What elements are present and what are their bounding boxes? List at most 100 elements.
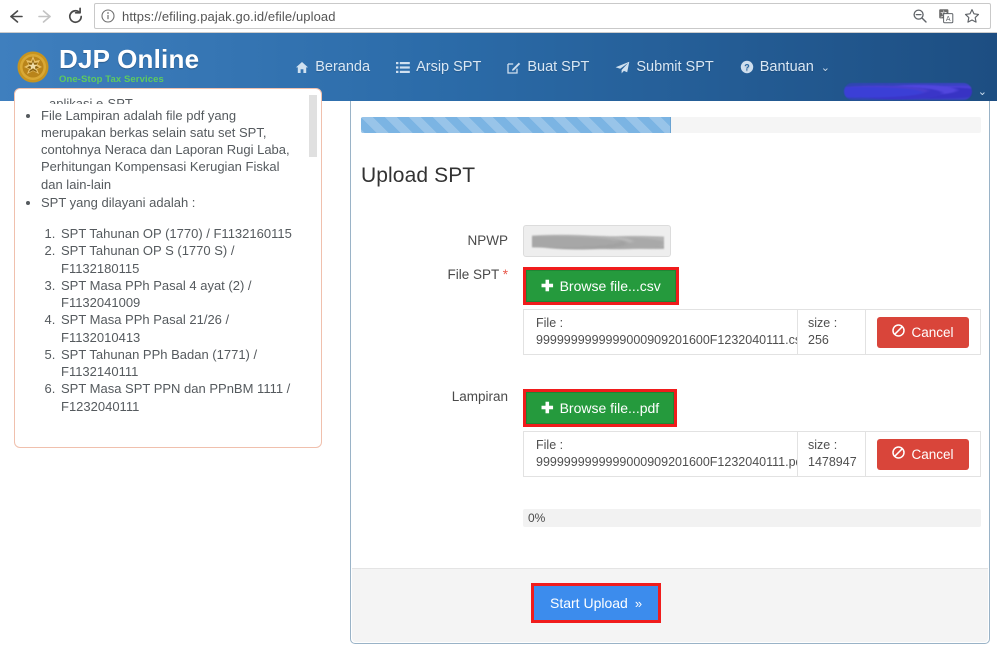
- nav-item-buat-spt[interactable]: Buat SPT: [507, 59, 589, 75]
- page-progress-bar: [361, 117, 981, 133]
- npwp-label: NPWP: [467, 232, 509, 248]
- cancel-label: Cancel: [911, 324, 954, 340]
- star-icon[interactable]: [960, 4, 984, 28]
- lampiran-row: Lampiran ✚ Browse file...pdf: [351, 389, 991, 427]
- info-panel-content: aplikasi e-SPT File Lampiran adalah file…: [15, 89, 321, 447]
- file-spt-label-text: File SPT: [447, 267, 499, 282]
- edit-square-icon: [507, 61, 521, 74]
- list-item: SPT Masa SPT PPN dan PPnBM 1111 / F12320…: [59, 380, 301, 415]
- translate-icon[interactable]: 文A: [934, 4, 958, 28]
- main-navigation: Beranda Arsip SPT Buat SPT Submit SPT ? …: [295, 59, 830, 75]
- cancel-label: Cancel: [911, 446, 954, 462]
- file-spt-label: File SPT *: [351, 267, 523, 283]
- list-icon: [396, 61, 410, 74]
- nav-label: Submit SPT: [636, 59, 714, 75]
- list-item: SPT Masa PPh Pasal 4 ayat (2) / F1132041…: [59, 277, 301, 312]
- url-text: https://efiling.pajak.go.id/efile/upload: [122, 8, 336, 24]
- file-size-label: size :: [808, 316, 838, 330]
- file-spt-row: File SPT * ✚ Browse file...csv: [351, 267, 991, 305]
- nav-item-arsip-spt[interactable]: Arsip SPT: [396, 59, 481, 75]
- browser-toolbar: https://efiling.pajak.go.id/efile/upload…: [0, 0, 997, 33]
- user-menu[interactable]: ⌄: [843, 83, 987, 100]
- file-name-cell: File : 9999999999999000909201600F1232040…: [524, 432, 798, 476]
- brand-logo[interactable]: DJP Online One-Stop Tax Services: [16, 46, 199, 87]
- start-upload-button[interactable]: Start Upload »: [534, 586, 659, 620]
- start-upload-label: Start Upload: [550, 595, 628, 611]
- nav-label: Buat SPT: [527, 59, 590, 75]
- brand-subtitle: One-Stop Tax Services: [59, 74, 164, 86]
- list-item: SPT Tahunan PPh Badan (1771) / F11321401…: [59, 346, 301, 381]
- chevron-down-icon: ⌄: [820, 61, 830, 74]
- forward-arrow-icon[interactable]: [30, 1, 60, 31]
- npwp-value-redacted: [532, 233, 664, 251]
- chevron-down-icon: ⌄: [977, 86, 987, 98]
- cancel-csv-button[interactable]: Cancel: [877, 316, 969, 348]
- browse-csv-button[interactable]: ✚ Browse file...csv: [526, 270, 676, 302]
- start-upload-highlight: Start Upload »: [531, 583, 662, 623]
- list-item: SPT Tahunan OP S (1770 S) / F1132180115: [59, 242, 301, 277]
- list-item: SPT Tahunan OP (1770) / F1132160115: [59, 225, 301, 242]
- reload-icon[interactable]: [60, 1, 90, 31]
- double-chevron-right-icon: »: [634, 595, 643, 611]
- upload-progress-bar: 0%: [523, 509, 981, 527]
- address-bar[interactable]: https://efiling.pajak.go.id/efile/upload…: [94, 3, 991, 29]
- page-title: Upload SPT: [361, 164, 476, 187]
- info-bullet-list: File Lampiran adalah file pdf yang merup…: [25, 107, 301, 211]
- file-row-pdf: File : 9999999999999000909201600F1232040…: [523, 431, 981, 477]
- ban-circle-icon: [892, 324, 906, 340]
- browse-pdf-highlight: ✚ Browse file...pdf: [523, 389, 678, 427]
- info-clipped-text: aplikasi e-SPT: [49, 96, 133, 104]
- browse-csv-label: Browse file...csv: [559, 278, 661, 294]
- file-action-cell: Cancel: [866, 432, 980, 476]
- lampiran-label: Lampiran: [451, 389, 508, 404]
- npwp-row: NPWP: [351, 225, 991, 257]
- browse-pdf-label: Browse file...pdf: [559, 400, 660, 416]
- svg-text:?: ?: [744, 62, 750, 72]
- nav-label: Beranda: [315, 59, 371, 75]
- scrollbar-track[interactable]: [309, 91, 319, 445]
- cancel-pdf-button[interactable]: Cancel: [877, 438, 969, 470]
- file-name-label: File :: [536, 316, 564, 330]
- info-numbered-list: SPT Tahunan OP (1770) / F1132160115 SPT …: [25, 225, 301, 415]
- svg-text:A: A: [946, 16, 951, 23]
- panel-footer: Start Upload »: [352, 568, 988, 642]
- nav-label: Bantuan: [759, 59, 814, 75]
- file-row-csv: File : 9999999999999000909201600F1232040…: [523, 309, 981, 355]
- question-circle-icon: ?: [740, 60, 754, 74]
- plus-icon: ✚: [541, 399, 554, 417]
- back-arrow-icon[interactable]: [0, 1, 30, 31]
- zoom-out-icon[interactable]: [908, 4, 932, 28]
- required-marker: *: [502, 267, 508, 282]
- file-size-cell: size : 256: [798, 310, 866, 354]
- upload-spt-panel: Upload SPT NPWP File SPT * ✚ Browse file…: [350, 101, 990, 644]
- nav-item-submit-spt[interactable]: Submit SPT: [615, 59, 714, 75]
- site-info-icon[interactable]: [101, 9, 115, 23]
- list-item: File Lampiran adalah file pdf yang merup…: [41, 107, 301, 193]
- upload-progress-text: 0%: [528, 511, 546, 525]
- file-size-cell: size : 1478947: [798, 432, 866, 476]
- scrollbar-thumb[interactable]: [309, 95, 317, 157]
- npwp-field: [523, 225, 671, 257]
- file-name-label: File :: [536, 438, 564, 452]
- user-name-redacted: [843, 83, 972, 100]
- garuda-crest-icon: [16, 49, 50, 85]
- file-name-value: 9999999999999000909201600F1232040111.csv: [536, 332, 798, 347]
- browse-csv-highlight: ✚ Browse file...csv: [523, 267, 679, 305]
- nav-item-bantuan[interactable]: ? Bantuan ⌄: [740, 59, 830, 75]
- page-progress-fill: [361, 117, 671, 133]
- file-size-value: 256: [808, 332, 829, 347]
- nav-item-beranda[interactable]: Beranda: [295, 59, 370, 75]
- info-panel: aplikasi e-SPT File Lampiran adalah file…: [14, 88, 322, 448]
- file-size-label: size :: [808, 438, 838, 452]
- paper-plane-icon: [615, 61, 630, 74]
- ban-circle-icon: [892, 446, 906, 462]
- brand-title: DJP Online: [59, 44, 200, 75]
- nav-label: Arsip SPT: [416, 59, 482, 75]
- file-size-value: 1478947: [808, 454, 857, 469]
- file-action-cell: Cancel: [866, 310, 980, 354]
- home-icon: [295, 61, 309, 74]
- browse-pdf-button[interactable]: ✚ Browse file...pdf: [526, 392, 675, 424]
- file-name-cell: File : 9999999999999000909201600F1232040…: [524, 310, 798, 354]
- file-name-value: 9999999999999000909201600F1232040111.pdf: [536, 454, 798, 469]
- plus-icon: ✚: [541, 277, 554, 295]
